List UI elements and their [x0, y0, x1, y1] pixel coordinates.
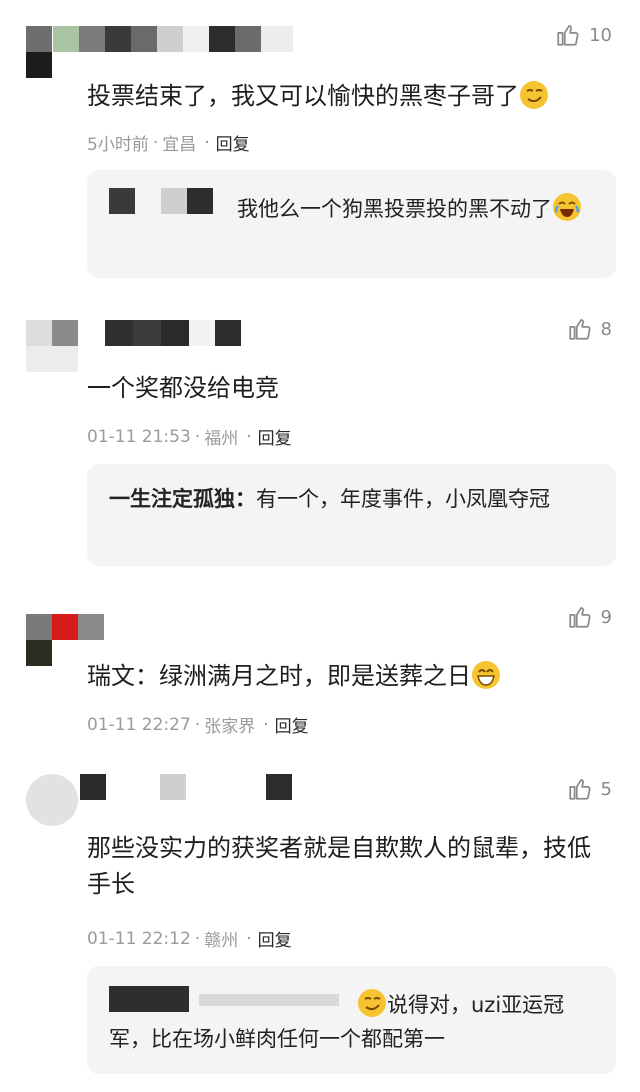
thumbs-up-icon	[568, 319, 591, 340]
reply-box[interactable]: 说得对，uzi亚运冠军，比在场小鲜肉任何一个都配第一	[87, 966, 616, 1074]
comment-text: 一个奖都没给电竞	[87, 374, 279, 402]
separator: ·	[194, 714, 201, 735]
separator: ·	[194, 928, 201, 949]
timestamp: 5小时前	[87, 135, 149, 155]
separator: ·	[194, 426, 201, 447]
like-count: 5	[600, 778, 612, 800]
reply-text: 说得对，uzi亚运冠军，比在场小鲜肉任何一个都配第一	[109, 988, 596, 1056]
laugh-tears-emoji	[553, 193, 581, 221]
separator-dot: ·	[246, 928, 252, 949]
like-button[interactable]: 5	[567, 776, 612, 802]
timestamp: 01-11 22:12	[87, 928, 191, 949]
reply-button[interactable]: 回复	[258, 424, 292, 449]
comment-meta: 5小时前 · 宜昌 · 回复	[87, 130, 250, 156]
separator-dot: ·	[204, 132, 210, 153]
smirk-emoji	[520, 81, 548, 109]
location: 张家界	[204, 717, 256, 737]
avatar[interactable]	[26, 320, 80, 374]
reply-button[interactable]: 回复	[216, 130, 250, 155]
like-count: 8	[600, 318, 612, 340]
thumbs-up-icon	[568, 779, 591, 800]
reply-text: 我他么一个狗黑投票投的黑不动了	[109, 192, 596, 226]
separator-dot: ·	[246, 426, 252, 447]
reply-button[interactable]: 回复	[258, 926, 292, 951]
location: 宜昌	[162, 135, 197, 155]
reply-button[interactable]: 回复	[275, 712, 309, 737]
reply-box[interactable]: 一生注定孤独：有一个，年度事件，小凤凰夺冠	[87, 464, 616, 566]
reply-box[interactable]: 我他么一个狗黑投票投的黑不动了	[87, 170, 616, 278]
comment-text: 瑞文：绿洲满月之时，即是送葬之日	[87, 658, 614, 694]
smirk-emoji	[358, 989, 386, 1017]
thumbs-up-icon	[557, 25, 579, 46]
separator-dot: ·	[263, 714, 269, 735]
like-button[interactable]: 10	[555, 22, 612, 48]
like-button[interactable]: 9	[567, 604, 612, 630]
timestamp: 01-11 21:53	[87, 426, 191, 447]
like-button[interactable]: 8	[567, 316, 612, 342]
comment-text: 投票结束了，我又可以愉快的黑枣子哥了	[87, 78, 614, 114]
separator: ·	[152, 132, 159, 153]
avatar[interactable]	[26, 614, 104, 668]
reply-text: 一生注定孤独：有一个，年度事件，小凤凰夺冠	[109, 487, 550, 511]
like-count: 9	[600, 606, 612, 628]
comment-text: 那些没实力的获奖者就是自欺欺人的鼠辈，技低手长	[87, 834, 591, 898]
grin-emoji	[472, 661, 500, 689]
avatar[interactable]	[26, 774, 80, 828]
reply-author[interactable]: 一生注定孤独：	[109, 487, 256, 511]
location: 赣州	[204, 931, 239, 951]
location: 福州	[204, 429, 239, 449]
thumbs-up-icon	[568, 607, 591, 628]
comment-meta: 01-11 22:27 · 张家界 · 回复	[87, 712, 309, 738]
timestamp: 01-11 22:27	[87, 714, 191, 735]
comment-meta: 01-11 22:12 · 赣州 · 回复	[87, 926, 292, 952]
comment-meta: 01-11 21:53 · 福州 · 回复	[87, 424, 292, 450]
like-count: 10	[589, 24, 612, 46]
